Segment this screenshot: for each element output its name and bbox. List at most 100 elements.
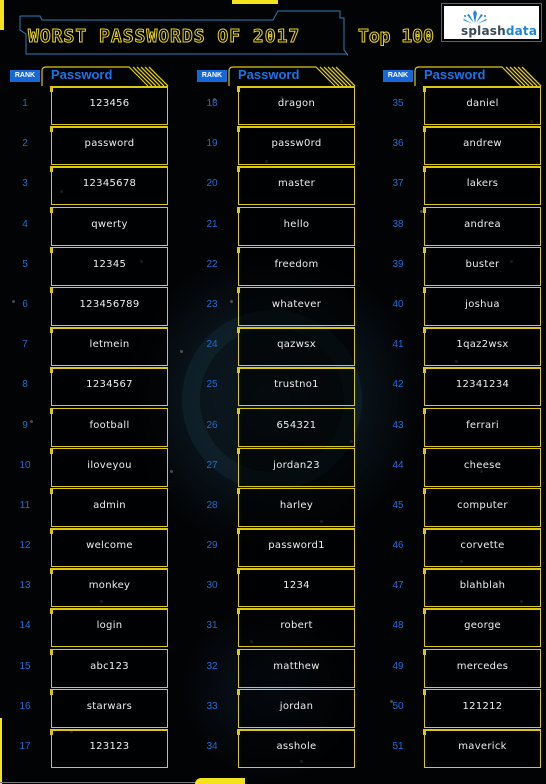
password-cell: starwars [49, 688, 168, 728]
password-text: blahblah [459, 580, 506, 592]
password-cell: whatever [236, 286, 355, 326]
rank-number: 12 [19, 540, 31, 552]
splash-icon [463, 10, 487, 24]
rank-number: 43 [392, 419, 404, 431]
rank-number: 8 [22, 379, 28, 391]
rank-number: 25 [206, 379, 218, 391]
password-cell: master [236, 166, 355, 206]
password-cell: maverick [422, 729, 541, 768]
rank-number: 21 [206, 218, 218, 230]
password-text: daniel [466, 98, 499, 109]
password-cell: jordan23 [236, 447, 355, 487]
rank-header-badge: RANK [197, 70, 227, 82]
rank-number: 45 [392, 499, 404, 511]
rank-number: 47 [392, 580, 404, 592]
logo-text: splashdata [461, 24, 537, 38]
password-row: 18 dragon [197, 86, 367, 126]
logo-text-part1: splash [461, 24, 506, 38]
rank-number: 2 [22, 138, 28, 150]
rank-number: 22 [206, 258, 218, 270]
password-text: 12341234 [455, 379, 510, 391]
password-row: 11 admin [10, 487, 180, 528]
password-row: 9 football [10, 407, 180, 448]
rank-number: 32 [206, 660, 218, 672]
rank-number: 30 [206, 580, 218, 592]
password-cell: lakers [422, 166, 541, 206]
password-text: whatever [271, 298, 322, 310]
password-cell: joshua [422, 286, 541, 326]
password-row: 37 lakers [383, 166, 546, 206]
password-header-tab: Password [41, 66, 169, 86]
password-row: 26 654321 [197, 407, 367, 448]
password-text: harley [279, 499, 314, 511]
password-text: monkey [88, 580, 131, 592]
password-cell: andrea [422, 206, 541, 246]
password-cell: password1 [236, 528, 355, 568]
password-text: lakers [466, 178, 499, 190]
password-header-label: Password [424, 67, 486, 82]
password-cell: qwerty [49, 206, 168, 246]
password-row: 16 starwars [10, 688, 180, 729]
decorative-bar [232, 0, 278, 4]
logo-text-part2: data [505, 24, 538, 38]
decorative-bar [0, 0, 4, 30]
password-text: 1qaz2wsx [456, 339, 509, 351]
password-cell: computer [422, 487, 541, 527]
password-text: 12345 [92, 258, 127, 270]
password-cell: 654321 [236, 407, 355, 447]
password-row: 4 qwerty [10, 206, 180, 247]
password-row: 17 123123 [10, 729, 180, 769]
password-row: 13 monkey [10, 568, 180, 608]
password-row: 21 hello [197, 206, 367, 247]
password-row: 19 passw0rd [197, 126, 367, 166]
rank-number: 40 [392, 298, 404, 310]
password-text: welcome [86, 540, 133, 552]
password-row: 45 computer [383, 487, 546, 528]
password-row: 12 welcome [10, 528, 180, 568]
password-row: 35 daniel [383, 86, 546, 126]
password-cell: buster [422, 246, 541, 286]
rank-number: 13 [19, 580, 31, 592]
password-row: 34 asshole [197, 729, 367, 769]
rank-number: 18 [206, 98, 218, 109]
password-cell: 1qaz2wsx [422, 327, 541, 367]
password-cell: abc123 [49, 648, 168, 688]
password-text: qazwsx [277, 339, 316, 351]
password-cell: passw0rd [236, 126, 355, 166]
rank-number: 48 [392, 620, 404, 632]
password-text: maverick [458, 741, 507, 752]
password-cell: blahblah [422, 568, 541, 608]
password-cell: asshole [236, 729, 355, 768]
password-row: 39 buster [383, 246, 546, 287]
rank-number: 1 [22, 98, 28, 109]
password-text: passw0rd [271, 138, 322, 150]
password-cell: 12345678 [49, 166, 168, 206]
password-cell: login [49, 608, 168, 648]
password-row: 48 george [383, 608, 546, 648]
rank-header-badge: RANK [383, 70, 413, 82]
rank-number: 39 [392, 258, 404, 270]
rank-number: 35 [392, 98, 404, 109]
password-cell: ferrari [422, 407, 541, 447]
password-cell: george [422, 608, 541, 648]
password-cell: trustno1 [236, 367, 355, 407]
password-cell: 123456789 [49, 286, 168, 326]
rank-number: 10 [19, 459, 31, 471]
password-text: 123456 [89, 98, 130, 109]
rank-number: 26 [206, 419, 218, 431]
rank-number: 6 [22, 298, 28, 310]
rank-number: 4 [22, 218, 28, 230]
password-cell: 121212 [422, 688, 541, 728]
password-row: 20 master [197, 166, 367, 206]
password-text: asshole [276, 741, 317, 752]
rank-number: 42 [392, 379, 404, 391]
password-text: matthew [273, 660, 320, 672]
password-row: 27 jordan23 [197, 447, 367, 488]
decorative-bar [195, 778, 245, 784]
password-row: 43 ferrari [383, 407, 546, 448]
password-text: qwerty [91, 218, 128, 230]
password-row: 7 letmein [10, 327, 180, 367]
rank-number: 49 [392, 660, 404, 672]
password-row: 47 blahblah [383, 568, 546, 608]
password-text: andrew [463, 138, 502, 150]
